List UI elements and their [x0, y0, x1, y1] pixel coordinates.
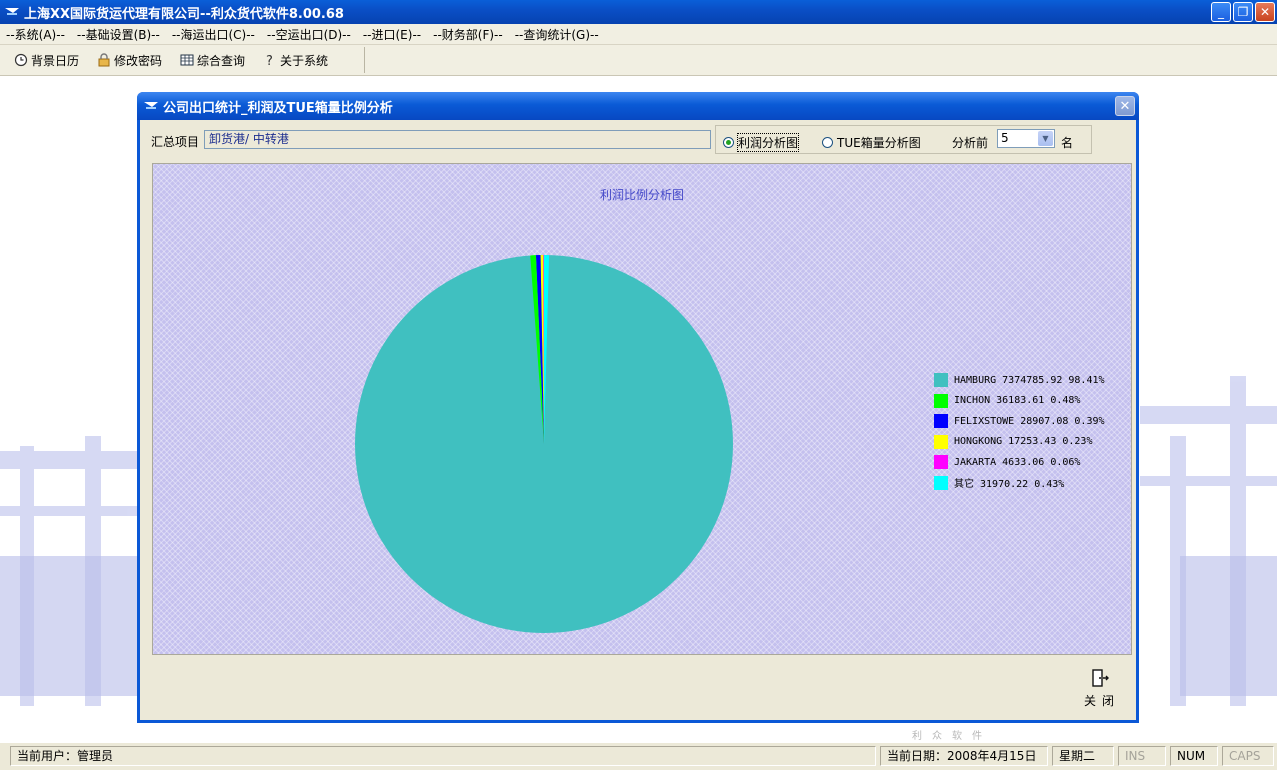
status-current-date: 当前日期：2008年4月15日 — [880, 746, 1048, 766]
status-caps: CAPS — [1222, 746, 1274, 766]
menu-import[interactable]: --进口(E)-- — [357, 26, 427, 43]
toolbar: 背景日历 修改密码 综合查询 ? 关于系统 — [0, 45, 1277, 76]
restore-button[interactable]: ❐ — [1233, 2, 1253, 22]
query-button[interactable]: 综合查询 — [180, 52, 245, 69]
status-num: NUM — [1170, 746, 1218, 766]
legend-label: HONGKONG 17253.43 0.23% — [954, 436, 1093, 448]
radio-profit-label: 利润分析图 — [736, 133, 800, 152]
topn-select[interactable]: 5 ▼ — [997, 129, 1055, 148]
radio-tue-chart[interactable]: TUE箱量分析图 — [822, 134, 921, 151]
status-ins: INS — [1118, 746, 1166, 766]
menu-finance[interactable]: --财务部(F)-- — [427, 26, 509, 43]
window-title: 上海XX国际货运代理有限公司--利众货代软件8.00.68 — [24, 6, 344, 22]
topn-unit: 名 — [1061, 136, 1074, 150]
close-button[interactable]: 关闭 — [1080, 668, 1120, 709]
dialog-titlebar: 公司出口统计_利润及TUE箱量比例分析 ✕ — [137, 92, 1139, 120]
dialog-title: 公司出口统计_利润及TUE箱量比例分析 — [163, 100, 393, 116]
watermark: 利众软件 — [912, 731, 992, 742]
help-icon: ? — [266, 54, 273, 67]
chevron-down-icon[interactable]: ▼ — [1038, 131, 1053, 146]
summary-field[interactable]: 卸货港/ 中转港 — [204, 130, 711, 149]
legend-swatch — [934, 434, 948, 449]
chart-title: 利润比例分析图 — [599, 188, 684, 202]
chart-legend: HAMBURG 7374785.92 98.41% INCHON 36183.61… — [934, 370, 1105, 493]
change-password-label: 修改密码 — [114, 53, 163, 68]
lock-icon — [98, 53, 110, 67]
query-button-label: 综合查询 — [197, 53, 246, 68]
menu-basic-settings[interactable]: --基础设置(B)-- — [71, 26, 166, 43]
legend-swatch — [934, 455, 948, 470]
topn-value: 5 — [1001, 131, 1009, 145]
app-icon — [144, 102, 158, 109]
close-button-label: 关闭 — [1084, 694, 1121, 708]
legend-swatch — [934, 414, 948, 429]
calendar-button-label: 背景日历 — [31, 53, 80, 68]
legend-item: HAMBURG 7374785.92 98.41% — [934, 370, 1105, 391]
minimize-button[interactable]: _ — [1211, 2, 1231, 22]
app-icon — [5, 8, 19, 15]
pie-chart — [355, 255, 733, 633]
legend-swatch — [934, 393, 948, 408]
legend-item: INCHON 36183.61 0.48% — [934, 391, 1105, 412]
calendar-button[interactable]: 背景日历 — [14, 52, 79, 69]
exit-door-icon — [1092, 669, 1109, 687]
close-window-button[interactable]: ✕ — [1255, 2, 1275, 22]
menu-system[interactable]: --系统(A)-- — [0, 26, 71, 43]
legend-label: INCHON 36183.61 0.48% — [954, 395, 1081, 407]
menu-query-stats[interactable]: --查询统计(G)-- — [509, 26, 605, 43]
radio-tue-label: TUE箱量分析图 — [837, 136, 921, 150]
close-icon: ✕ — [1119, 98, 1131, 114]
about-button[interactable]: ? 关于系统 — [263, 52, 328, 69]
legend-label: JAKARTA 4633.06 0.06% — [954, 456, 1081, 468]
legend-swatch — [934, 373, 948, 388]
status-weekday: 星期二 — [1052, 746, 1114, 766]
about-button-label: 关于系统 — [280, 53, 329, 68]
svg-text:?: ? — [266, 54, 273, 67]
clock-icon — [14, 53, 28, 67]
summary-label: 汇总项目 — [151, 135, 200, 149]
dialog-body: 汇总项目 卸货港/ 中转港 利润分析图 TUE箱量分析图 分析前 5 ▼ 名 利… — [140, 120, 1136, 720]
topn-label: 分析前 — [952, 136, 989, 150]
dialog-close-button[interactable]: ✕ — [1115, 96, 1135, 116]
legend-label: HAMBURG 7374785.92 98.41% — [954, 374, 1105, 386]
change-password-button[interactable]: 修改密码 — [97, 52, 162, 69]
legend-item: JAKARTA 4633.06 0.06% — [934, 452, 1105, 473]
menu-bar: --系统(A)-- --基础设置(B)-- --海运出口(C)-- --空运出口… — [0, 24, 1277, 45]
legend-label: FELIXSTOWE 28907.08 0.39% — [954, 415, 1105, 427]
legend-item: FELIXSTOWE 28907.08 0.39% — [934, 411, 1105, 432]
legend-item: 其它 31970.22 0.43% — [934, 473, 1105, 494]
status-current-user: 当前用户：管理员 — [10, 746, 876, 766]
status-bar: 当前用户：管理员 当前日期：2008年4月15日 星期二 INS NUM CAP… — [0, 742, 1277, 770]
pie-chart-area: 利润比例分析图 HAMBURG 7374785.92 98.41% INCHON … — [152, 163, 1132, 655]
radio-unselected-indicator — [822, 137, 833, 148]
legend-item: HONGKONG 17253.43 0.23% — [934, 432, 1105, 453]
analysis-dialog: 公司出口统计_利润及TUE箱量比例分析 ✕ 汇总项目 卸货港/ 中转港 利润分析… — [137, 92, 1139, 723]
radio-profit-chart[interactable]: 利润分析图 — [723, 133, 800, 152]
menu-sea-export[interactable]: --海运出口(C)-- — [166, 26, 261, 43]
window-titlebar: 上海XX国际货运代理有限公司--利众货代软件8.00.68 _ ❐ ✕ — [0, 0, 1277, 24]
menu-air-export[interactable]: --空运出口(D)-- — [261, 26, 357, 43]
legend-swatch — [934, 475, 948, 490]
legend-label: 其它 31970.22 0.43% — [954, 479, 1065, 491]
table-icon — [180, 54, 194, 66]
radio-selected-indicator — [723, 137, 734, 148]
